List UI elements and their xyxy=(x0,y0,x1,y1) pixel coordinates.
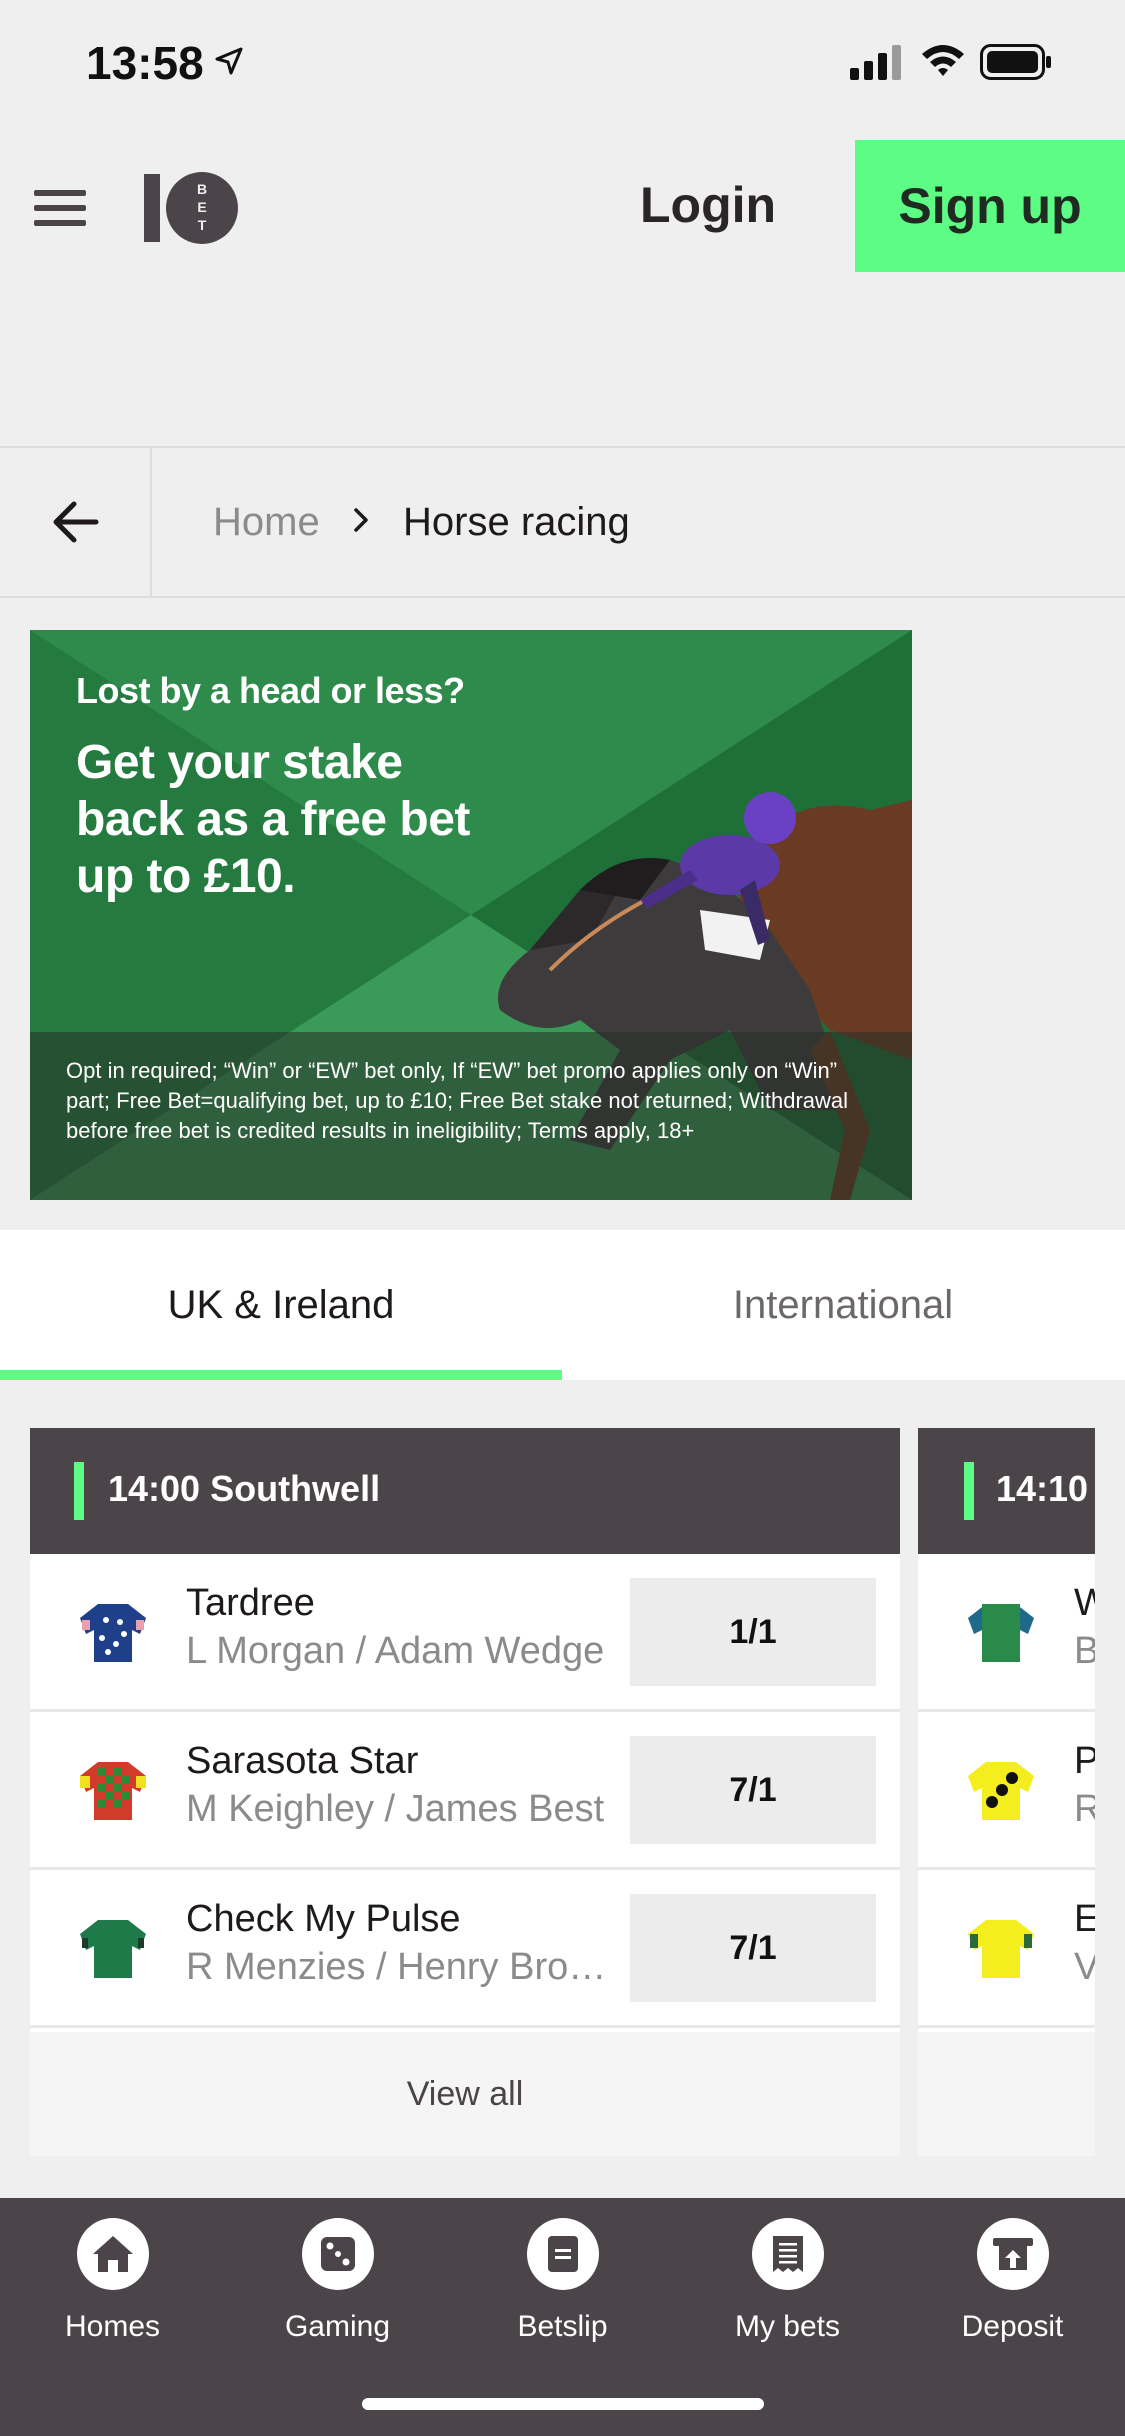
signup-button[interactable]: Sign up xyxy=(855,140,1125,272)
svg-text:T: T xyxy=(198,217,207,233)
breadcrumb-home[interactable]: Home xyxy=(213,500,320,545)
receipt-icon xyxy=(752,2218,824,2290)
promo-subtitle: Lost by a head or less? xyxy=(76,670,465,711)
view-all-button[interactable]: View all xyxy=(30,2032,900,2156)
runner-jockey: R Menzies / Henry Brooke xyxy=(186,1946,626,1988)
promo-terms: Opt in required; “Win” or “EW” bet only,… xyxy=(30,1032,912,1200)
runner-row[interactable]: Tardree L Morgan / Adam Wedge 1/1 xyxy=(30,1554,900,1712)
race-card: 14:00 Southwell Tardree L Morgan / Adam … xyxy=(30,1428,900,2156)
runner-name: P xyxy=(1074,1740,1095,1782)
runner-name: Tardree xyxy=(186,1582,315,1624)
nav-deposit[interactable]: Deposit xyxy=(900,2218,1125,2368)
active-tab-indicator xyxy=(0,1370,562,1380)
tab-international[interactable]: International xyxy=(562,1230,1124,1380)
nav-homes[interactable]: Homes xyxy=(0,2218,225,2368)
nav-label: Homes xyxy=(64,2310,161,2343)
region-tabs: UK & Ireland International xyxy=(0,1230,1125,1380)
back-button[interactable] xyxy=(0,448,152,596)
hamburger-menu-icon[interactable] xyxy=(34,190,86,226)
deposit-icon xyxy=(977,2218,1049,2290)
login-button[interactable]: Login xyxy=(640,176,776,234)
runner-row[interactable]: W B xyxy=(918,1554,1095,1712)
race-header-accent xyxy=(74,1462,84,1520)
promo-banner[interactable]: Lost by a head or less? Get your stake b… xyxy=(30,630,912,1200)
nav-gaming[interactable]: Gaming xyxy=(225,2218,450,2368)
runner-row[interactable]: E V xyxy=(918,1870,1095,2028)
tab-uk-ireland[interactable]: UK & Ireland xyxy=(0,1230,562,1380)
runner-row[interactable]: Check My Pulse R Menzies / Henry Brooke … xyxy=(30,1870,900,2028)
jockey-silk-icon xyxy=(968,1604,1034,1662)
runner-name: Check My Pulse xyxy=(186,1898,461,1940)
odds-button[interactable]: 7/1 xyxy=(630,1894,876,2002)
runner-name: Sarasota Star xyxy=(186,1740,419,1782)
runner-jockey: V xyxy=(1074,1946,1095,1989)
svg-text:E: E xyxy=(197,199,206,215)
home-indicator[interactable] xyxy=(362,2398,764,2410)
nav-label: Deposit xyxy=(961,2310,1064,2343)
view-all-button[interactable] xyxy=(918,2032,1095,2156)
status-bar: 13:58 xyxy=(0,0,1125,128)
runner-jockey: B xyxy=(1074,1630,1095,1673)
runner-row[interactable]: P R xyxy=(918,1712,1095,1870)
chevron-right-icon xyxy=(354,508,368,532)
nav-label: My bets xyxy=(734,2310,841,2343)
runner-jockey: M Keighley / James Best xyxy=(186,1788,605,1830)
jockey-silk-icon xyxy=(80,1920,146,1978)
home-icon xyxy=(77,2218,149,2290)
back-arrow-icon xyxy=(53,501,99,543)
nav-betslip[interactable]: Betslip xyxy=(450,2218,675,2368)
race-header[interactable]: 14:00 Southwell xyxy=(30,1428,900,1554)
signal-icon xyxy=(850,45,901,80)
nav-label: Betslip xyxy=(517,2310,608,2343)
runner-jockey: R xyxy=(1074,1788,1095,1831)
runner-name: E xyxy=(1074,1898,1095,1940)
jockey-silk-icon xyxy=(80,1762,146,1820)
nav-my-bets[interactable]: My bets xyxy=(675,2218,900,2368)
race-header-accent xyxy=(964,1462,974,1520)
nav-label: Gaming xyxy=(284,2310,391,2343)
race-header[interactable]: 14:10 S xyxy=(918,1428,1095,1554)
breadcrumb: Home Horse racing xyxy=(0,446,1125,598)
wifi-icon xyxy=(922,45,964,76)
svg-text:B: B xyxy=(197,181,207,197)
app-header: B E T Login Sign up xyxy=(0,140,1125,274)
runner-name: W xyxy=(1074,1582,1095,1624)
race-card: 14:10 S W B P R E V xyxy=(918,1428,1095,2156)
jockey-silk-icon xyxy=(968,1920,1034,1978)
race-title: 14:00 Southwell xyxy=(108,1468,381,1509)
status-time: 13:58 xyxy=(86,37,204,89)
odds-button[interactable]: 7/1 xyxy=(630,1736,876,1844)
race-title: 14:10 S xyxy=(996,1468,1095,1509)
breadcrumb-current: Horse racing xyxy=(403,500,630,544)
jockey-silk-icon xyxy=(80,1604,146,1662)
runner-row[interactable]: Sarasota Star M Keighley / James Best 7/… xyxy=(30,1712,900,1870)
dice-icon xyxy=(302,2218,374,2290)
promo-title: Get your stake back as a free bet up to … xyxy=(76,736,470,903)
jockey-silk-icon xyxy=(968,1762,1034,1820)
runner-jockey: L Morgan / Adam Wedge xyxy=(186,1630,605,1672)
battery-icon xyxy=(980,44,1051,80)
odds-button[interactable]: 1/1 xyxy=(630,1578,876,1686)
location-arrow-icon xyxy=(215,47,243,75)
betslip-icon xyxy=(527,2218,599,2290)
10bet-logo[interactable]: B E T xyxy=(142,170,244,246)
